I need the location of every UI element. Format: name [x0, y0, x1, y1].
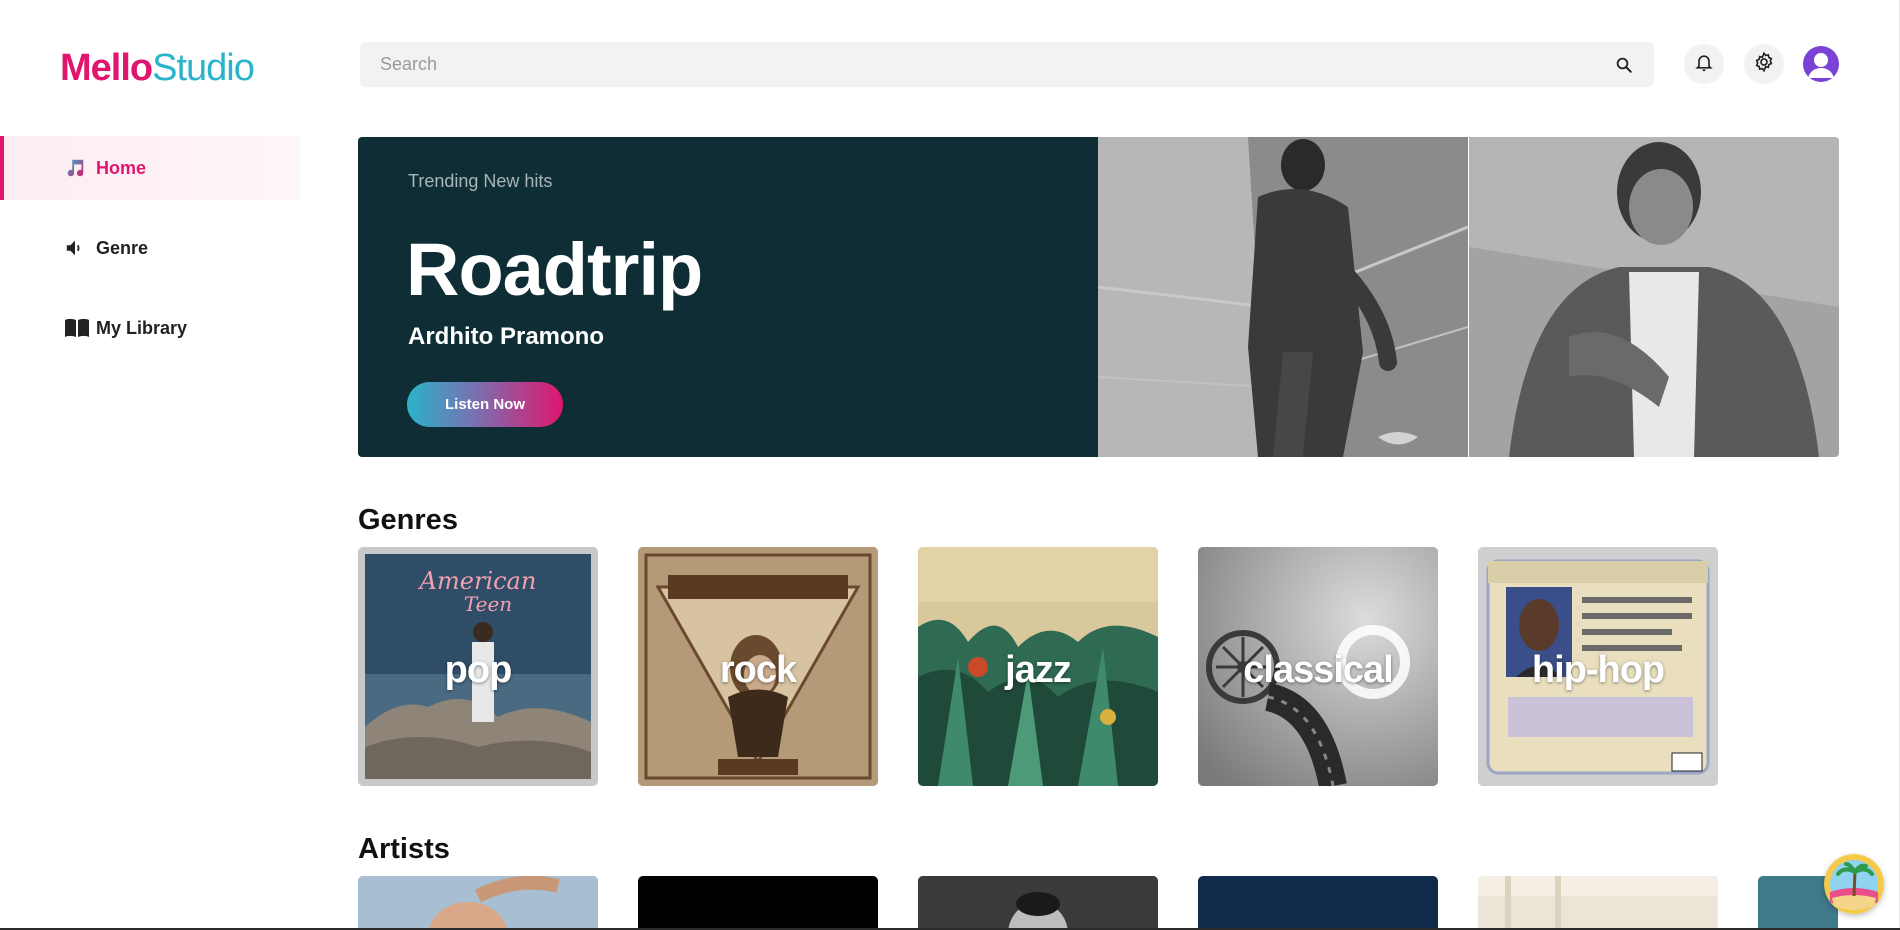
hero-artist: Ardhito Pramono: [408, 323, 604, 350]
genre-card-pop[interactable]: American Teen pop: [358, 547, 598, 786]
genre-label: rock: [719, 649, 797, 691]
sidebar-item-label: Genre: [96, 237, 149, 258]
artists-title: Artists: [358, 833, 450, 865]
genre-card-jazz[interactable]: jazz: [918, 547, 1158, 786]
app-window: MelloStudio Home Genre My Library Search…: [0, 0, 1900, 930]
hero-photo-right: [1468, 137, 1839, 457]
artist-card[interactable]: [1478, 876, 1718, 930]
sidebar-item-label: My Library: [96, 317, 188, 338]
logo-text-mello: Mello: [60, 47, 153, 89]
gear-icon: [1753, 51, 1775, 78]
artist-card[interactable]: [358, 876, 598, 930]
hero-photo-left: [1098, 137, 1469, 457]
book-icon: [64, 316, 90, 340]
sidebar-item-label: Home: [96, 157, 147, 178]
search-input[interactable]: [360, 54, 1594, 75]
search-icon[interactable]: [1594, 42, 1654, 87]
genre-label: jazz: [1005, 649, 1072, 691]
bell-icon: [1694, 52, 1714, 77]
hero-banner: Trending New hits Roadtrip Ardhito Pramo…: [358, 137, 1839, 457]
artist-card[interactable]: [918, 876, 1158, 930]
music-note-icon: [64, 156, 90, 180]
app-logo[interactable]: MelloStudio: [60, 44, 255, 92]
genre-card-hip-hop[interactable]: hip-hop: [1478, 547, 1718, 786]
sidebar-nav: Home Genre My Library: [0, 136, 300, 376]
genre-card-rock[interactable]: rock: [638, 547, 878, 786]
artist-card[interactable]: [638, 876, 878, 930]
user-avatar-icon[interactable]: [1803, 46, 1839, 82]
logo-text-studio: Studio: [152, 47, 255, 89]
hero-image: [1098, 137, 1839, 457]
settings-button[interactable]: [1744, 44, 1784, 84]
hero-eyebrow: Trending New hits: [408, 171, 553, 191]
svg-text:American: American: [418, 567, 537, 595]
artist-card[interactable]: [1198, 876, 1438, 930]
genre-card-classical[interactable]: classical: [1198, 547, 1438, 786]
beach-icon: [1824, 854, 1884, 914]
notifications-button[interactable]: [1684, 44, 1724, 84]
listen-now-button[interactable]: Listen Now: [407, 382, 563, 427]
genre-label: hip-hop: [1531, 649, 1665, 691]
speaker-icon: [64, 236, 90, 260]
sidebar-item-home[interactable]: Home: [0, 136, 300, 200]
svg-text:Teen: Teen: [464, 592, 512, 616]
hero-text-panel: Trending New hits Roadtrip Ardhito Pramo…: [358, 137, 1098, 457]
search-bar: [360, 42, 1654, 87]
genre-label: classical: [1243, 649, 1393, 691]
hero-title: Roadtrip: [406, 228, 703, 311]
genres-title: Genres: [358, 504, 458, 536]
sidebar-item-my-library[interactable]: My Library: [0, 296, 300, 360]
assistant-fab[interactable]: [1824, 854, 1884, 914]
sidebar-item-genre[interactable]: Genre: [0, 216, 300, 280]
genre-label: pop: [444, 649, 513, 691]
